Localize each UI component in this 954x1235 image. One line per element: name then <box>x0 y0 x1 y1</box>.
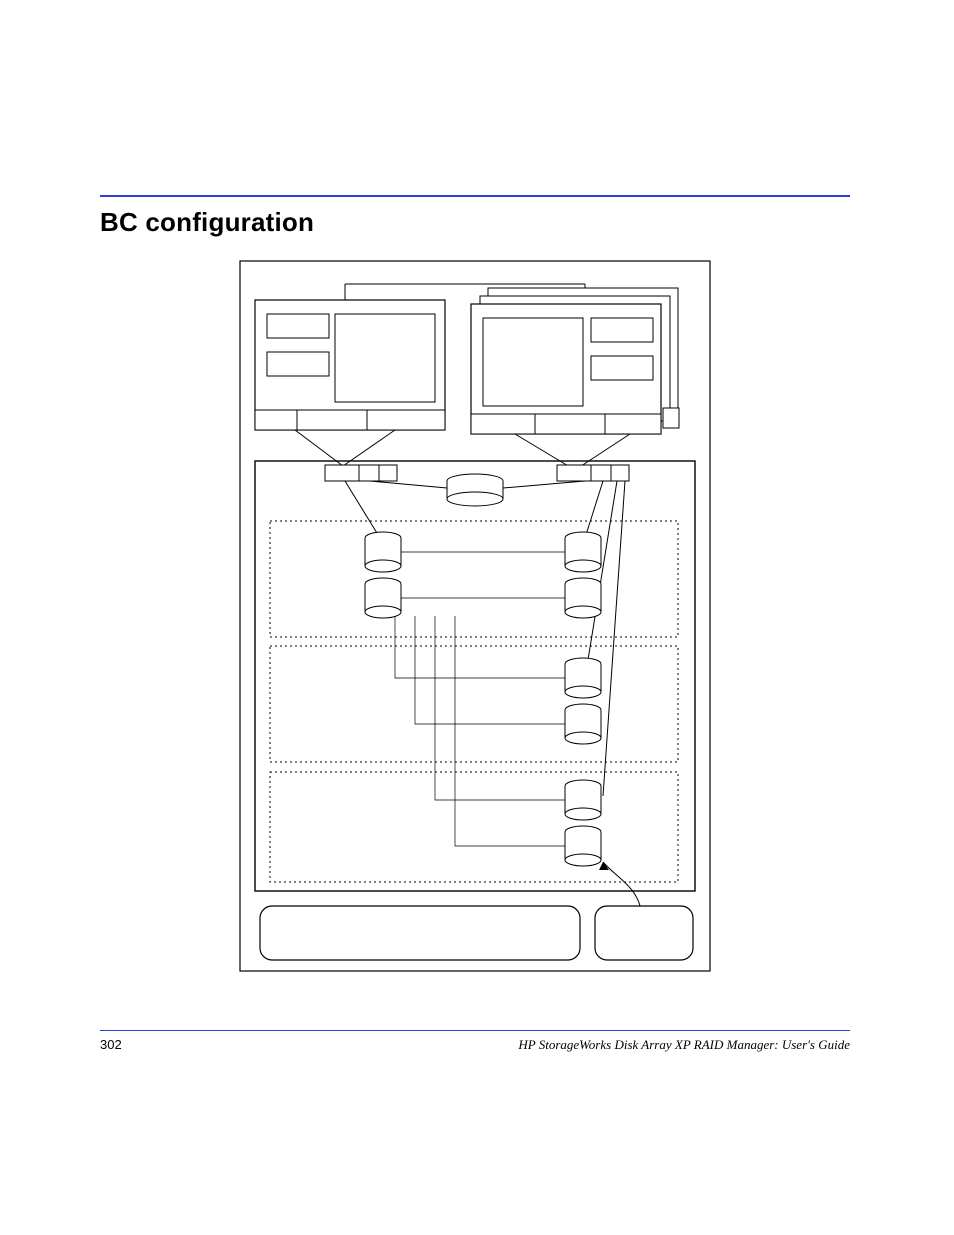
footer-title: HP StorageWorks Disk Array XP RAID Manag… <box>518 1037 850 1053</box>
section-heading: BC configuration <box>100 207 850 238</box>
page-number: 302 <box>100 1037 122 1053</box>
bottom-rule <box>100 1030 850 1031</box>
top-rule <box>100 195 850 197</box>
bc-config-diagram <box>100 256 850 981</box>
